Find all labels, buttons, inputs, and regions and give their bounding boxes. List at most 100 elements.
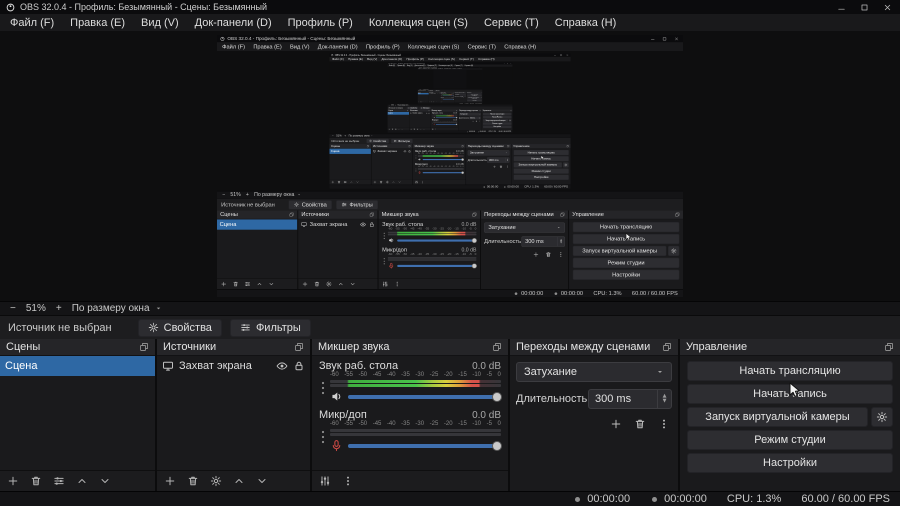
dock-options-icon[interactable] bbox=[662, 342, 672, 352]
volume-meter bbox=[330, 384, 501, 387]
transition-menu-kebab-icon[interactable] bbox=[658, 418, 670, 430]
volume-meter bbox=[330, 433, 501, 436]
visibility-eye-icon[interactable] bbox=[276, 360, 288, 372]
studio-mode-button[interactable]: Режим студии bbox=[687, 430, 893, 450]
slider-knob[interactable] bbox=[492, 391, 502, 402]
record-timer: 00:00:00 bbox=[650, 493, 707, 505]
zoom-in-button[interactable]: + bbox=[54, 303, 64, 314]
dock-options-icon[interactable] bbox=[139, 342, 149, 352]
source-item[interactable]: Захват экрана bbox=[157, 356, 310, 376]
scenes-dock: Сцены Сцена bbox=[0, 339, 155, 491]
obs-window: OBS 32.0.4 - Профиль: Безымянный - Сцены… bbox=[0, 0, 900, 506]
preview-screen-capture: OBS 32.0.4 - Профиль: Безымянный - Сцены… bbox=[217, 35, 683, 297]
start-virtual-camera-button[interactable]: Запуск виртуальной камеры bbox=[687, 407, 868, 427]
scene-down-icon[interactable] bbox=[99, 475, 111, 487]
preview-canvas[interactable]: OBS 32.0.4 - Профиль: Безымянный - Сцены… bbox=[217, 35, 683, 297]
channel-name: Звук раб. стола bbox=[319, 360, 399, 372]
add-scene-icon[interactable] bbox=[7, 475, 19, 487]
meter-scale: -60 -55 -50 -45 -40 -35 -30 -25 -20 -15 -10 -5 0 bbox=[330, 421, 501, 427]
settings-button[interactable]: Настройки bbox=[687, 453, 893, 473]
source-toolbar: Источник не выбран Свойства Фильтры bbox=[0, 315, 900, 339]
chevron-down-icon bbox=[155, 305, 162, 312]
source-down-icon[interactable] bbox=[256, 475, 268, 487]
maximize-icon[interactable] bbox=[860, 3, 869, 12]
chevron-down-icon bbox=[656, 368, 664, 376]
add-source-icon[interactable] bbox=[164, 475, 176, 487]
channel-db: 0.0 dB bbox=[472, 361, 501, 372]
close-icon[interactable] bbox=[883, 3, 892, 12]
mic-muted-icon[interactable] bbox=[330, 439, 343, 452]
source-properties-icon[interactable] bbox=[210, 475, 222, 487]
advanced-audio-icon[interactable] bbox=[319, 475, 331, 487]
menu-profile[interactable]: Профиль (P) bbox=[280, 17, 361, 29]
menu-docks[interactable]: Док-панели (D) bbox=[187, 17, 280, 29]
menu-view[interactable]: Вид (V) bbox=[133, 17, 187, 29]
stream-timer: 00:00:00 bbox=[573, 493, 630, 505]
titlebar: OBS 32.0.4 - Профиль: Безымянный - Сцены… bbox=[0, 0, 900, 14]
scene-up-icon[interactable] bbox=[76, 475, 88, 487]
mixer-channel-mic: Микр/доп 0.0 dB -60 -55 -50 -45 -40 -35 -30 -25… bbox=[317, 408, 503, 452]
spin-arrows[interactable]: ▲ ▼ bbox=[657, 390, 671, 408]
preview-zoom-bar: − 51% + По размеру окна bbox=[0, 301, 900, 315]
add-transition-icon[interactable] bbox=[610, 418, 622, 430]
preview-area: OBS 32.0.4 - Профиль: Безымянный - Сцены… bbox=[0, 31, 900, 301]
volume-slider[interactable] bbox=[348, 391, 502, 402]
dock-options-icon[interactable] bbox=[294, 342, 304, 352]
stream-status-icon bbox=[573, 495, 582, 504]
filters-button[interactable]: Фильтры bbox=[229, 318, 311, 337]
obs-logo-icon bbox=[6, 3, 15, 12]
window-title: OBS 32.0.4 - Профиль: Безымянный - Сцены… bbox=[20, 2, 267, 12]
start-recording-button[interactable]: Начать запись bbox=[687, 384, 893, 404]
remove-transition-icon[interactable] bbox=[634, 418, 646, 430]
menu-scene-collection[interactable]: Коллекция сцен (S) bbox=[361, 17, 476, 29]
transition-select[interactable]: Затухание bbox=[516, 362, 672, 382]
scene-item[interactable]: Сцена bbox=[0, 356, 155, 376]
sources-toolbar bbox=[157, 470, 310, 491]
gear-icon bbox=[876, 411, 888, 423]
mixer-menu-kebab-icon[interactable] bbox=[342, 475, 354, 487]
sources-list: Захват экрана bbox=[157, 356, 310, 470]
minimize-icon[interactable] bbox=[837, 3, 846, 12]
speaker-icon[interactable] bbox=[330, 390, 343, 403]
menu-file[interactable]: Файл (F) bbox=[2, 17, 62, 29]
scene-filters-icon[interactable] bbox=[53, 475, 65, 487]
channel-menu-dots[interactable] bbox=[319, 372, 327, 403]
volume-meter bbox=[330, 429, 501, 432]
virtual-camera-settings-button[interactable] bbox=[871, 407, 893, 427]
transitions-dock: Переходы между сценами Затухание Длитель… bbox=[510, 339, 678, 491]
display-capture-icon bbox=[162, 360, 174, 372]
mixer-toolbar bbox=[312, 470, 508, 491]
sources-dock-header[interactable]: Источники bbox=[157, 339, 310, 356]
duration-spinbox[interactable]: 300 ms ▲ ▼ bbox=[588, 389, 672, 409]
source-toolbar-message: Источник не выбран bbox=[8, 321, 112, 334]
volume-slider[interactable] bbox=[348, 440, 502, 451]
menu-tools[interactable]: Сервис (T) bbox=[476, 17, 547, 29]
lock-icon[interactable] bbox=[293, 360, 305, 372]
channel-db: 0.0 dB bbox=[472, 410, 501, 421]
scenes-dock-header[interactable]: Сцены bbox=[0, 339, 155, 356]
remove-source-icon[interactable] bbox=[187, 475, 199, 487]
controls-dock-header[interactable]: Управление bbox=[680, 339, 900, 356]
fit-to-window-dropdown[interactable]: По размеру окна bbox=[72, 303, 162, 314]
source-up-icon[interactable] bbox=[233, 475, 245, 487]
remove-scene-icon[interactable] bbox=[30, 475, 42, 487]
dock-options-icon[interactable] bbox=[492, 342, 502, 352]
obs-window: OBS 32.0.4 - Профиль: Безымянный - Сцены… bbox=[217, 35, 683, 297]
menu-edit[interactable]: Правка (E) bbox=[62, 17, 133, 29]
meter-scale: -60 -55 -50 -45 -40 -35 -30 -25 -20 -15 -10 -5 0 bbox=[330, 372, 501, 378]
mixer-dock-header[interactable]: Микшер звука bbox=[312, 339, 508, 356]
kebab-icon bbox=[319, 380, 327, 396]
start-streaming-button[interactable]: Начать трансляцию bbox=[687, 361, 893, 381]
duration-label: Длительность bbox=[516, 393, 588, 405]
properties-button[interactable]: Свойства bbox=[137, 318, 222, 337]
menu-help[interactable]: Справка (H) bbox=[547, 17, 624, 29]
dock-options-icon[interactable] bbox=[884, 342, 894, 352]
transitions-dock-header[interactable]: Переходы между сценами bbox=[510, 339, 678, 356]
fps-indicator: 60.00 / 60.00 FPS bbox=[801, 493, 890, 505]
channel-menu-dots[interactable] bbox=[319, 421, 327, 452]
slider-knob[interactable] bbox=[492, 440, 502, 451]
cpu-usage: CPU: 1.3% bbox=[726, 493, 782, 505]
docks-row: Сцены Сцена Источники Захват экрана Микш… bbox=[0, 339, 900, 491]
zoom-out-button[interactable]: − bbox=[8, 303, 18, 314]
mixer-channel-desktop: Звук раб. стола 0.0 dB -60 -55 -50 -45 -40 -3… bbox=[317, 359, 503, 403]
